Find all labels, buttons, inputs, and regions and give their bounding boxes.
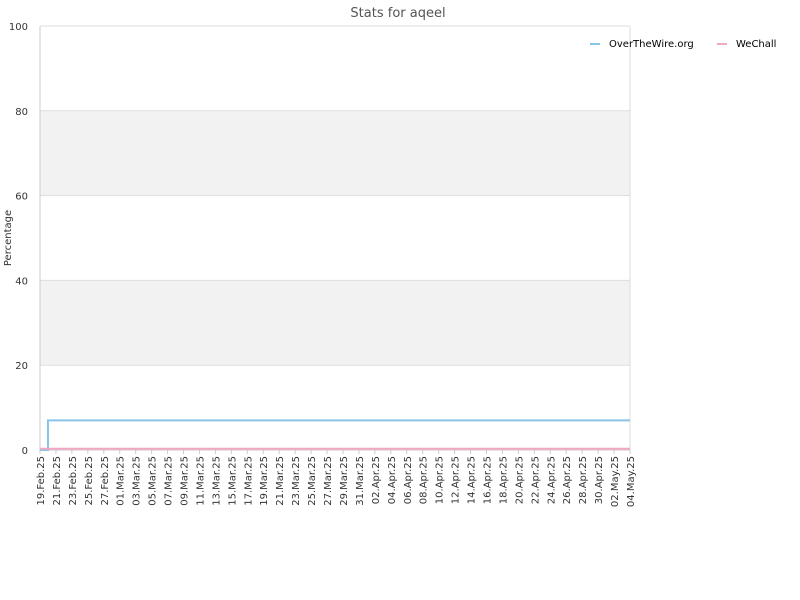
x-tick-label: 13.Mar.25 [211,456,222,506]
x-tick-labels: 19.Feb.25 21.Feb.25 23.Feb.25 25.Feb.25 27.F… [36,450,637,507]
legend-label: OverTheWire.org [609,39,694,50]
x-tick-label: 24.Apr.25 [546,456,557,504]
x-tick-label: 23.Mar.25 [291,456,302,506]
x-tick-label: 11.Mar.25 [195,456,206,506]
plot-band [40,26,630,111]
plot-band [40,110,630,196]
x-tick-label: 28.Apr.25 [578,456,589,504]
x-tick-label: 16.Apr.25 [482,456,493,504]
x-tick-label: 09.Mar.25 [180,456,191,506]
x-tick-label: 04.May.25 [626,456,637,507]
x-tick-label: 23.Feb.25 [68,456,79,506]
x-tick-label: 06.Apr.25 [403,456,414,504]
x-tick-label: 25.Mar.25 [307,456,318,506]
legend: OverTheWire.org WeChall [590,39,776,50]
x-tick-label: 31.Mar.25 [355,456,366,506]
x-tick-label: 02.May.25 [610,456,621,507]
plot-bands [40,26,630,450]
chart-canvas: 0 20 40 60 80 100 19.Feb.25 21.Feb.25 23.Feb.25… [3,6,776,507]
x-tick-label: 14.Apr.25 [467,456,478,504]
plot-band [40,280,630,366]
x-tick-label: 05.Mar.25 [148,456,159,506]
plot-band [40,195,630,281]
x-tick-label: 17.Mar.25 [243,456,254,506]
x-tick-label: 20.Apr.25 [514,456,525,504]
x-tick-label: 22.Apr.25 [530,456,541,504]
x-tick-label: 21.Mar.25 [275,456,286,506]
y-tick-label: 0 [22,446,28,457]
y-axis-label: Percentage [3,210,14,266]
x-tick-label: 18.Apr.25 [498,456,509,504]
x-tick-label: 12.Apr.25 [451,456,462,504]
y-tick-label: 20 [15,361,28,372]
x-tick-label: 15.Mar.25 [227,456,238,506]
x-tick-label: 10.Apr.25 [435,456,446,504]
x-tick-label: 04.Apr.25 [387,456,398,504]
x-tick-label: 07.Mar.25 [164,456,175,506]
x-tick-label: 21.Feb.25 [52,456,63,506]
y-tick-label: 40 [15,276,28,287]
x-tick-label: 08.Apr.25 [419,456,430,504]
chart-title: Stats for aqeel [350,6,445,21]
x-tick-label: 03.Mar.25 [132,456,143,506]
x-tick-label: 19.Feb.25 [36,456,47,506]
y-tick-label: 80 [15,107,28,118]
x-tick-label: 27.Mar.25 [323,456,334,506]
x-tick-label: 30.Apr.25 [594,456,605,504]
x-tick-label: 25.Feb.25 [84,456,95,506]
legend-label: WeChall [736,39,776,50]
y-tick-label: 100 [9,22,28,33]
x-tick-label: 02.Apr.25 [371,456,382,504]
x-tick-label: 01.Mar.25 [116,456,127,506]
y-tick-label: 60 [15,192,28,203]
x-tick-label: 26.Apr.25 [562,456,573,504]
x-tick-label: 19.Mar.25 [259,456,270,506]
x-tick-label: 27.Feb.25 [100,456,111,506]
plot-band [40,365,630,450]
x-tick-label: 29.Mar.25 [339,456,350,506]
